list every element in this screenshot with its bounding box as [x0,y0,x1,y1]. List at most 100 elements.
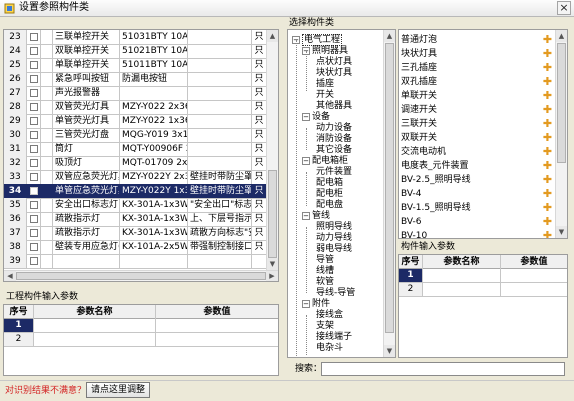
table-row[interactable]: 28 双管荧光灯具MZY-Y022 2x36xFL 只 [4,100,266,115]
component-unit-cell[interactable]: 只 [252,128,266,142]
component-note-cell[interactable] [188,44,252,58]
row-checkbox[interactable] [30,229,38,237]
row-checkbox[interactable] [30,131,38,139]
table-vertical-scrollbar[interactable]: ▲ ▼ [266,30,278,270]
component-unit-cell[interactable]: 只 [252,212,266,226]
component-note-cell[interactable] [188,100,252,114]
component-note-cell[interactable] [188,72,252,86]
component-unit-cell[interactable]: 只 [252,30,266,44]
component-unit-cell[interactable]: 只 [252,170,266,184]
component-note-cell[interactable]: 壁挂时带防尘罩 [188,184,252,198]
param-value-cell[interactable] [501,283,567,296]
adjust-button[interactable]: 请点这里调整 [86,382,150,398]
component-name-cell[interactable]: 疏散指示灯 [53,212,120,226]
tree-node[interactable]: − 设备 [302,112,330,123]
row-checkbox[interactable] [30,257,38,265]
component-spec-cell[interactable]: MQT-01709 2x13xFL [120,156,188,170]
component-unit-cell[interactable]: 只 [252,198,266,212]
row-checkbox[interactable] [30,89,38,97]
param-value-cell[interactable] [156,333,278,346]
scroll-down-icon[interactable]: ▼ [267,258,278,270]
plus-icon[interactable]: ✚ [542,230,553,238]
component-spec-cell[interactable]: KX-301A-1x3W [120,226,188,240]
engineering-params-table[interactable]: 序号 参数名称 参数值 1 2 [3,304,279,376]
row-checkbox[interactable] [30,159,38,167]
scroll-up-icon[interactable]: ▲ [267,30,278,42]
plus-icon[interactable]: ✚ [542,174,553,185]
component-spec-cell[interactable]: MQG-Y019 3x14xFL [120,128,188,142]
component-spec-cell[interactable]: KX-101A-2x5W [120,240,188,254]
row-checkbox[interactable] [30,75,38,83]
row-checkbox[interactable] [30,243,38,251]
row-checkbox-cell[interactable] [27,128,41,142]
component-spec-cell[interactable]: 防漏电按钮 [120,72,188,86]
scroll-thumb[interactable] [268,170,277,258]
plus-icon[interactable]: ✚ [542,202,553,213]
row-checkbox-cell[interactable] [27,58,41,72]
tree-node[interactable]: 接线盒 [316,310,343,321]
tree-node[interactable]: − 照明器具 [302,46,348,57]
table-row[interactable]: 2 [399,283,567,297]
plus-icon[interactable]: ✚ [542,76,553,87]
table-row[interactable]: 37 疏散指示灯 KX-301A-1x3W 疏散方向标志"安只 [4,226,266,241]
row-checkbox[interactable] [30,117,38,125]
tree-node[interactable]: 插座 [316,79,334,90]
component-note-cell[interactable]: "安全出口"标志 [188,198,252,212]
param-name-cell[interactable] [34,333,156,346]
scroll-up-icon[interactable]: ▲ [556,30,567,42]
component-name-cell[interactable]: 紧急呼叫按钮 [53,72,120,86]
tree-node[interactable]: 配电柜 [316,189,343,200]
row-checkbox-cell[interactable] [27,170,41,184]
component-spec-cell[interactable]: MZY-Y022Y 1x36xFL [120,184,188,198]
component-spec-cell[interactable]: KX-301A-1x3W [120,198,188,212]
table-row[interactable]: 26 紧急呼叫按钮 防漏电按钮 只 [4,72,266,87]
plus-icon[interactable]: ✚ [542,62,553,73]
component-unit-cell[interactable]: 只 [252,240,266,254]
component-class-tree[interactable]: − 电气工程 − 照明器具 点状灯具 块状灯具 插座 开关 其他器具 − 设备 动力设备 消防设备 其它设… [287,29,396,358]
tree-node[interactable]: − 配电箱柜 [302,156,348,167]
row-checkbox[interactable] [30,47,38,55]
component-name-cell[interactable]: 双管荧光灯具 [53,100,120,114]
component-name-cell[interactable]: 单管应急荧光灯具 [53,184,120,198]
scroll-down-icon[interactable]: ▼ [556,226,567,238]
component-note-cell[interactable]: 疏散方向标志"安 [188,226,252,240]
table-row[interactable]: 24 双联单控开关 51021BTY 10A 只 [4,44,266,59]
component-unit-cell[interactable]: 只 [252,86,266,100]
component-name-cell[interactable]: 吸顶灯 [53,156,120,170]
tree-node[interactable]: 配电盘 [316,200,343,211]
component-unit-cell[interactable]: 只 [252,226,266,240]
table-row[interactable]: 1 [4,319,278,333]
row-checkbox-cell[interactable] [27,254,41,268]
row-checkbox-cell[interactable] [27,72,41,86]
component-unit-cell[interactable]: 只 [252,142,266,156]
component-unit-cell[interactable] [252,254,266,268]
component-name-cell[interactable]: 双管应急荧光灯具 [53,170,120,184]
plus-icon[interactable]: ✚ [542,104,553,115]
plus-icon[interactable]: ✚ [542,48,553,59]
tree-node[interactable]: 导线-导管 [316,288,355,299]
component-spec-cell[interactable]: MQT-Y00906F 2x13 [120,142,188,156]
component-spec-cell[interactable]: MZY-Y022 1x36xFL [120,114,188,128]
component-unit-cell[interactable]: 只 [252,184,266,198]
row-checkbox[interactable] [30,33,38,41]
collapse-toggle-icon[interactable]: − [302,299,310,308]
table-row[interactable]: 1 [399,269,567,283]
component-name-cell[interactable]: 声光报警器 [53,86,120,100]
row-checkbox-cell[interactable] [27,198,41,212]
component-note-cell[interactable] [188,142,252,156]
plus-icon[interactable]: ✚ [542,34,553,45]
component-note-cell[interactable] [188,128,252,142]
row-checkbox-cell[interactable] [27,184,41,198]
tree-node[interactable]: 接线端子 [316,332,352,343]
table-row[interactable]: 38 壁装专用应急灯(四KX-101A-2x5W带强制控制接口只 [4,240,266,255]
component-name-cell[interactable] [53,254,120,268]
plus-icon[interactable]: ✚ [542,146,553,157]
tree-node[interactable]: 线槽 [316,266,334,277]
table-row[interactable]: 36 疏散指示灯 KX-301A-1x3W 上、下层号指示只 [4,212,266,227]
plus-icon[interactable]: ✚ [542,90,553,101]
row-checkbox-cell[interactable] [27,240,41,254]
tree-node[interactable]: − 附件 [302,299,330,310]
component-spec-cell[interactable]: 51011BTY 10A [120,58,188,72]
component-unit-cell[interactable]: 只 [252,58,266,72]
table-row[interactable]: 2 [4,333,278,347]
